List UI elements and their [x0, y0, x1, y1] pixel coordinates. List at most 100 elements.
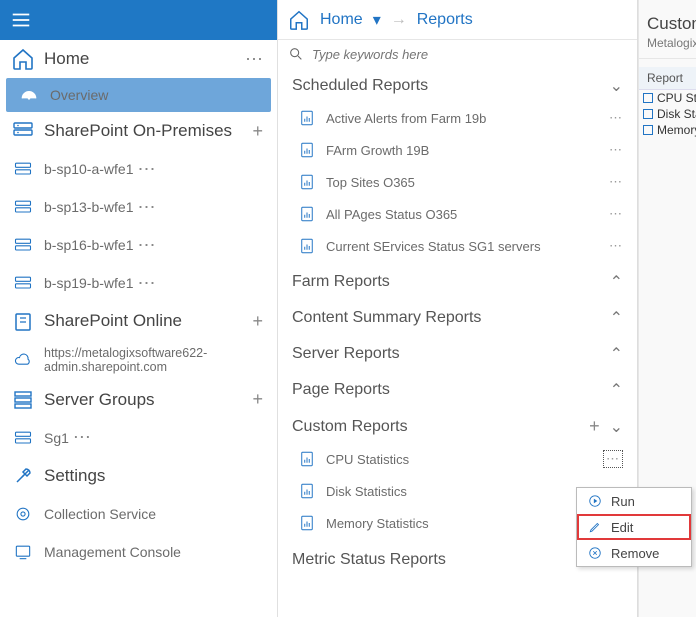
report-icon: [296, 139, 318, 161]
search-input[interactable]: [312, 47, 627, 62]
report-icon: [296, 171, 318, 193]
right-item[interactable]: Memory Statistics: [639, 122, 696, 138]
breadcrumb-home[interactable]: Home: [320, 11, 363, 29]
server-icon: [10, 194, 36, 220]
sidebar-server-label: b-sp16-b-wfe1: [44, 237, 134, 253]
context-run[interactable]: Run: [577, 488, 691, 514]
right-title: Custom: [639, 0, 696, 34]
more-icon[interactable]: ⋯: [609, 206, 623, 222]
section-scheduled-label: Scheduled Reports: [292, 77, 610, 95]
more-icon[interactable]: ⋯: [609, 174, 623, 190]
search-bar[interactable]: [278, 40, 637, 66]
chevron-down-icon[interactable]: ⌄: [610, 417, 623, 437]
context-remove[interactable]: Remove: [577, 540, 691, 566]
section-custom[interactable]: Custom Reports+⌄: [278, 406, 637, 443]
sidebar-sp-online[interactable]: SharePoint Online +: [0, 302, 277, 340]
sidebar-overview[interactable]: Overview: [6, 78, 271, 112]
add-icon[interactable]: +: [248, 311, 267, 332]
section-farm[interactable]: Farm Reports⌃: [278, 262, 637, 298]
search-icon: [288, 46, 304, 62]
more-icon[interactable]: ⋯: [134, 159, 160, 180]
right-item[interactable]: CPU Statistics: [639, 90, 696, 106]
context-remove-label: Remove: [611, 546, 659, 561]
report-item[interactable]: All PAges Status O365⋯: [278, 198, 637, 230]
add-icon[interactable]: +: [248, 389, 267, 410]
sidebar-settings-item-label: Management Console: [44, 544, 181, 560]
menu-icon: [10, 9, 32, 31]
sidebar-server-1[interactable]: b-sp13-b-wfe1 ⋯: [0, 188, 277, 226]
chevron-up-icon[interactable]: ⌃: [610, 272, 623, 292]
chevron-down-icon[interactable]: ▾: [373, 10, 381, 30]
chevron-up-icon[interactable]: ⌃: [610, 344, 623, 364]
more-icon[interactable]: ⋯: [134, 273, 160, 294]
report-label: Current SErvices Status SG1 servers: [326, 239, 609, 254]
sidebar-sp-online-url[interactable]: https://metalogixsoftware622-admin.share…: [0, 340, 277, 381]
report-item[interactable]: Current SErvices Status SG1 servers⋯: [278, 230, 637, 262]
sidebar-settings[interactable]: Settings: [0, 457, 277, 495]
more-icon[interactable]: ⋯: [609, 238, 623, 254]
home-icon[interactable]: [288, 9, 310, 31]
section-content-label: Content Summary Reports: [292, 309, 610, 327]
context-menu: Run Edit Remove: [576, 487, 692, 567]
report-item-cpu[interactable]: CPU Statistics⋯: [278, 443, 637, 475]
sidebar-server-label: b-sp10-a-wfe1: [44, 161, 134, 177]
section-scheduled[interactable]: Scheduled Reports ⌄: [278, 66, 637, 102]
sidebar-server-2[interactable]: b-sp16-b-wfe1 ⋯: [0, 226, 277, 264]
section-server[interactable]: Server Reports⌃: [278, 334, 637, 370]
add-icon[interactable]: +: [248, 121, 267, 142]
report-item[interactable]: Active Alerts from Farm 19b⋯: [278, 102, 637, 134]
server-icon: [10, 425, 36, 451]
section-content[interactable]: Content Summary Reports⌃: [278, 298, 637, 334]
chevron-down-icon[interactable]: ⌄: [610, 76, 623, 96]
section-page[interactable]: Page Reports⌃: [278, 370, 637, 406]
report-label: Top Sites O365: [326, 175, 609, 190]
sidebar-settings-0[interactable]: Collection Service: [0, 495, 277, 533]
wrench-icon: [10, 463, 36, 489]
add-icon[interactable]: +: [589, 416, 600, 437]
right-colhead[interactable]: Report: [639, 67, 696, 90]
report-item[interactable]: Top Sites O365⋯: [278, 166, 637, 198]
report-label: Disk Statistics: [326, 484, 609, 499]
context-edit[interactable]: Edit: [577, 514, 691, 540]
report-icon: [296, 448, 318, 470]
sidebar-sp-onprem[interactable]: SharePoint On-Premises +: [0, 112, 277, 150]
square-icon: [643, 125, 653, 135]
home-icon: [10, 46, 36, 72]
section-metric-label: Metric Status Reports: [292, 551, 589, 569]
server-icon: [10, 156, 36, 182]
square-icon: [643, 93, 653, 103]
sidebar-server-label: b-sp13-b-wfe1: [44, 199, 134, 215]
server-icon: [10, 232, 36, 258]
more-icon[interactable]: ⋯: [603, 450, 623, 468]
chevron-up-icon[interactable]: ⌃: [610, 308, 623, 328]
section-page-label: Page Reports: [292, 381, 610, 399]
right-item[interactable]: Disk Statistics: [639, 106, 696, 122]
arrow-right-icon: →: [391, 11, 407, 29]
more-icon[interactable]: ⋯: [134, 197, 160, 218]
more-icon[interactable]: ⋯: [609, 142, 623, 158]
right-item-label: CPU Statistics: [657, 91, 696, 105]
cloud-server-icon: [10, 308, 36, 334]
report-item[interactable]: FArm Growth 19B⋯: [278, 134, 637, 166]
more-icon[interactable]: ⋯: [134, 235, 160, 256]
hamburger-menu[interactable]: [0, 0, 277, 40]
sidebar-server-3[interactable]: b-sp19-b-wfe1 ⋯: [0, 264, 277, 302]
more-icon[interactable]: ⋯: [241, 49, 267, 70]
sidebar-home[interactable]: Home ⋯: [0, 40, 277, 78]
breadcrumb-current[interactable]: Reports: [417, 11, 473, 29]
more-icon[interactable]: ⋯: [609, 110, 623, 126]
sidebar-server-groups[interactable]: Server Groups +: [0, 381, 277, 419]
sidebar-sp-online-url-label: https://metalogixsoftware622-admin.share…: [44, 346, 267, 375]
chevron-up-icon[interactable]: ⌃: [610, 380, 623, 400]
right-item-label: Disk Statistics: [657, 107, 696, 121]
sidebar-settings-1[interactable]: Management Console: [0, 533, 277, 571]
sidebar-server-0[interactable]: b-sp10-a-wfe1 ⋯: [0, 150, 277, 188]
sidebar-sg-0[interactable]: Sg1 ⋯: [0, 419, 277, 457]
more-icon[interactable]: ⋯: [69, 427, 95, 448]
report-label: CPU Statistics: [326, 452, 603, 467]
square-icon: [643, 109, 653, 119]
sidebar-server-label: b-sp19-b-wfe1: [44, 275, 134, 291]
sidebar-sp-online-label: SharePoint Online: [44, 311, 248, 331]
context-edit-label: Edit: [611, 520, 633, 535]
play-icon: [587, 493, 603, 509]
